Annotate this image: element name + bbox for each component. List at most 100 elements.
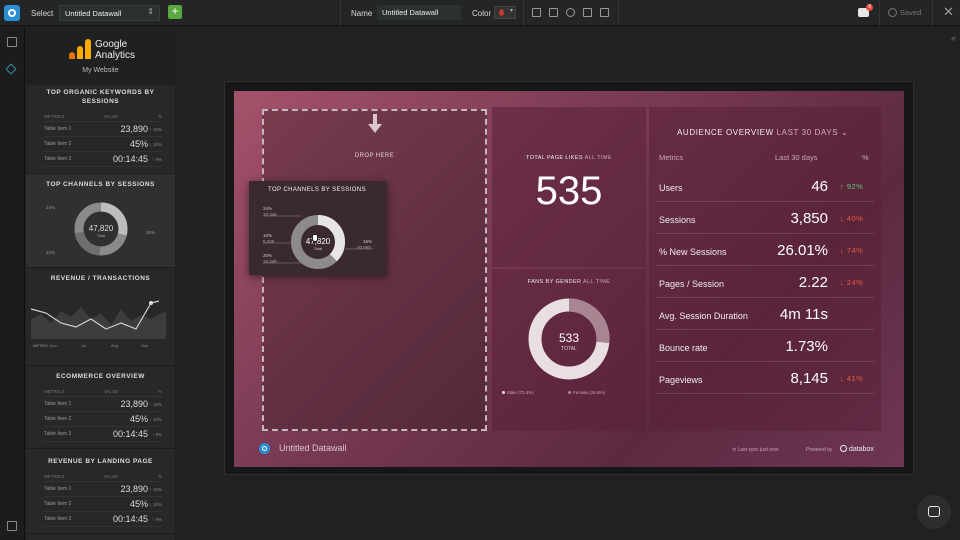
metric-change: ↓ 40% <box>840 214 864 223</box>
link-icon[interactable] <box>5 63 17 75</box>
table-row: Table Item 3 00:14:45 ↑ 9% <box>44 152 162 167</box>
col-metrics: Metrics <box>659 153 684 162</box>
datasource-icon[interactable] <box>7 37 17 47</box>
databox-logo-icon[interactable] <box>4 5 20 21</box>
datasource-header: Google Analytics My Website <box>26 27 175 85</box>
audience-row: Pageviews 8,145 ↓ 41% <box>656 362 874 394</box>
donut-chart: 47,820 Total <box>74 202 128 256</box>
svg-text:Total: Total <box>97 233 106 238</box>
metric-value: 46 <box>811 178 828 195</box>
table-row: Table Item 2 45% ↓ 10% <box>44 137 162 152</box>
chat-icon <box>928 506 940 517</box>
trash-icon[interactable] <box>600 8 609 17</box>
svg-text:METRIC 1: METRIC 1 <box>33 343 52 348</box>
top-toolbar: Select Untitled Datawall ⇕ + Name Untitl… <box>0 0 960 26</box>
datablock-library: Google Analytics My Website TOP ORGANIC … <box>26 27 175 540</box>
toolbar-divider <box>879 0 880 26</box>
select-label: Select <box>31 9 54 18</box>
databox-logo-icon <box>259 443 270 454</box>
saved-text: Saved <box>900 8 922 17</box>
saved-status: Saved <box>888 8 921 17</box>
metric-value: 8,145 <box>790 370 828 387</box>
metric-value: 3,850 <box>790 210 828 227</box>
datawall-name: Untitled Datawall <box>279 443 347 453</box>
channel-tag: 24% <box>46 205 56 210</box>
copy-icon[interactable] <box>583 8 592 17</box>
name-input[interactable]: Untitled Datawall <box>377 5 461 20</box>
legend-female: Female (26.6%) <box>568 390 605 395</box>
svg-text:Aug: Aug <box>111 343 118 348</box>
tile-title: TOTAL PAGE LIKES ALL TIME <box>526 155 612 161</box>
svg-text:Jul: Jul <box>81 343 86 348</box>
toolbar-divider <box>618 0 619 26</box>
support-chat-button[interactable] <box>917 495 951 529</box>
library-block-revenue[interactable]: REVENUE / TRANSACTIONS METRIC 1 Jun Jul … <box>26 268 175 366</box>
mini-table: METRICS VALUE% Table Item 1 23,890 ↑ 15% Ta… <box>44 387 162 442</box>
display-icon[interactable] <box>532 8 541 17</box>
library-block-landing[interactable]: REVENUE BY LANDING PAGE METRICS VALUE% Ta… <box>26 449 175 534</box>
add-datawall-button[interactable]: + <box>168 5 182 19</box>
table-row: Table Item 1 23,890 ↑ 15% <box>44 122 162 137</box>
svg-text:TOTAL: TOTAL <box>561 346 577 352</box>
metric-name: % New Sessions <box>659 247 727 257</box>
metric-name: Pageviews <box>659 375 703 385</box>
datawall-select-value: Untitled Datawall <box>65 9 122 18</box>
toolbar-divider <box>932 0 933 26</box>
color-picker[interactable]: ▾ <box>494 6 516 19</box>
color-drop-icon <box>499 9 504 16</box>
line-chart: METRIC 1 Jun Jul Aug Sep <box>31 300 166 348</box>
drop-here-label: DROP HERE <box>354 153 395 159</box>
table-row: Table Item 2 45% ↓ 10% <box>44 497 162 512</box>
drag-cursor-icon <box>312 234 318 242</box>
metric-value: 2.22 <box>798 274 828 291</box>
chevron-down-icon: ⌄ <box>841 128 849 137</box>
chevron-down-icon: ▾ <box>509 8 513 14</box>
image-icon[interactable] <box>549 8 558 17</box>
datasource-title: Google Analytics <box>95 39 136 61</box>
left-rail <box>0 27 25 540</box>
panel-toggle-icon[interactable] <box>7 521 17 531</box>
gender-donut-chart: 533 TOTAL <box>528 298 610 380</box>
site-name: My Website <box>82 67 119 74</box>
audience-title: AUDIENCE OVERVIEW LAST 30 DAYS ⌄ <box>677 128 849 137</box>
audience-row: Users 46 ↑ 92% <box>656 170 874 202</box>
dragged-datablock[interactable]: TOP CHANNELS BY SESSIONS 47,820 Total 24… <box>249 181 387 275</box>
sync-status: ⟲ Last sync just now <box>732 447 779 453</box>
brand-name: databox <box>840 445 874 453</box>
legend-male: Male (73.4%) <box>502 390 534 395</box>
col-last-30: Last 30 days <box>775 153 818 162</box>
library-block-ecommerce[interactable]: ECOMMERCE OVERVIEW METRICS VALUE% Table I… <box>26 366 175 449</box>
arrow-down-icon <box>368 114 382 133</box>
table-row: Table Item 3 00:14:45 ↑ 9% <box>44 427 162 442</box>
metric-name: Bounce rate <box>659 343 708 353</box>
tile-fans-gender[interactable]: FANS BY GENDER ALL TIME 533 TOTAL Male (… <box>492 269 646 431</box>
metric-change: ↑ 92% <box>840 182 864 191</box>
svg-text:47,820: 47,820 <box>89 224 114 233</box>
check-circle-icon <box>888 8 897 17</box>
block-title: TOP CHANNELS BY SESSIONS <box>46 181 155 188</box>
audience-row: Avg. Session Duration 4m 11s <box>656 298 874 330</box>
datawall-select[interactable]: Untitled Datawall ⇕ <box>59 5 160 21</box>
table-row: Table Item 1 23,890 ↑ 15% <box>44 482 162 497</box>
close-icon[interactable]: ✕ <box>943 4 954 20</box>
svg-text:533: 533 <box>559 331 579 345</box>
gear-icon[interactable] <box>566 8 575 17</box>
audience-row: Pages / Session 2.22 ↓ 24% <box>656 266 874 298</box>
mini-table: METRICS VALUE% Table Item 1 23,890 ↑ 15% Ta… <box>44 112 162 167</box>
table-row: Table Item 3 00:14:45 ↑ 9% <box>44 512 162 527</box>
block-title: ECOMMERCE OVERVIEW <box>56 373 145 380</box>
powered-by: Powered by <box>806 447 833 453</box>
channel-tag: 10% <box>46 250 56 255</box>
metric-change: ↓ 41% <box>840 374 864 383</box>
audience-row: % New Sessions 26.01% ↓ 74% <box>656 234 874 266</box>
audience-row: Sessions 3,850 ↓ 40% <box>656 202 874 234</box>
databox-logo-icon <box>840 445 847 452</box>
mini-table: METRICS VALUE% Table Item 1 23,890 ↑ 15% Ta… <box>44 472 162 527</box>
library-block-keywords[interactable]: TOP ORGANIC KEYWORDS BY SESSIONS METRICS… <box>26 85 175 174</box>
toolbar-divider <box>340 0 341 26</box>
block-title: REVENUE BY LANDING PAGE <box>48 458 153 465</box>
table-row: Table Item 1 23,890 ↑ 15% <box>44 397 162 412</box>
library-block-channels[interactable]: TOP CHANNELS BY SESSIONS 47,820 Total 24… <box>26 174 175 268</box>
collapse-panel-icon[interactable]: « <box>951 33 956 43</box>
tile-page-likes[interactable]: TOTAL PAGE LIKES ALL TIME 535 <box>492 107 646 267</box>
